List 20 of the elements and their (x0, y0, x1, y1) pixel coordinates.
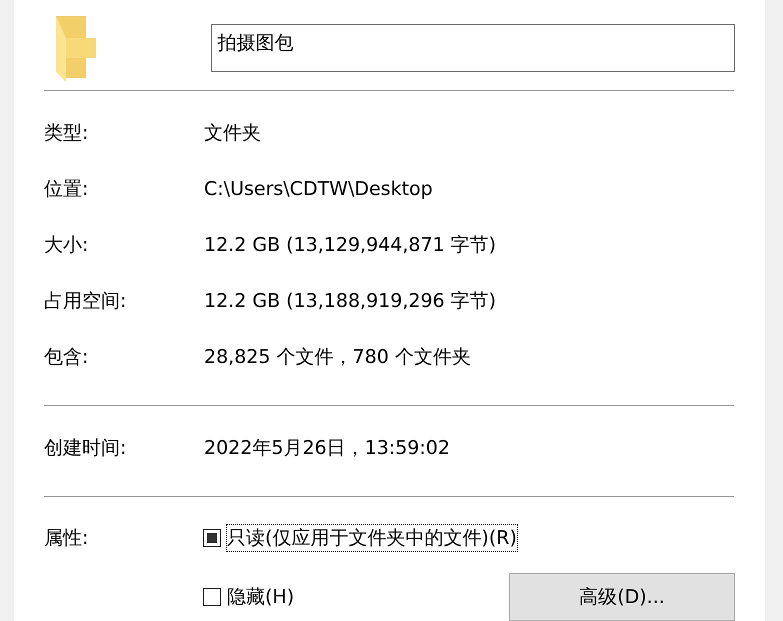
folder-icon (54, 16, 96, 82)
property-label: 位置: (44, 177, 90, 202)
advanced-button[interactable]: 高级(D)... (509, 573, 735, 621)
name-field[interactable]: 拍摄图包 (211, 24, 735, 72)
property-label: 属性: (44, 526, 90, 551)
property-label: 大小: (44, 233, 90, 258)
property-value: 28,825 个文件，780 个文件夹 (204, 345, 471, 370)
checkbox-label[interactable]: 隐藏(H) (227, 584, 294, 610)
property-value: 2022年5月26日，13:59:02 (204, 436, 450, 461)
property-value: C:\Users\CDTW\Desktop (204, 178, 433, 200)
property-label: 包含: (44, 345, 90, 370)
property-label: 占用空间: (44, 289, 128, 314)
checkbox[interactable] (203, 588, 221, 606)
property-value: 12.2 GB (13,129,944,871 字节) (204, 233, 496, 258)
checkbox-label[interactable]: 只读(仅应用于文件夹中的文件)(R) (227, 525, 517, 551)
checkbox[interactable] (203, 529, 221, 547)
property-label: 类型: (44, 121, 90, 146)
property-value: 文件夹 (204, 121, 261, 146)
property-label: 创建时间: (44, 436, 128, 461)
property-value: 12.2 GB (13,188,919,296 字节) (204, 289, 496, 314)
